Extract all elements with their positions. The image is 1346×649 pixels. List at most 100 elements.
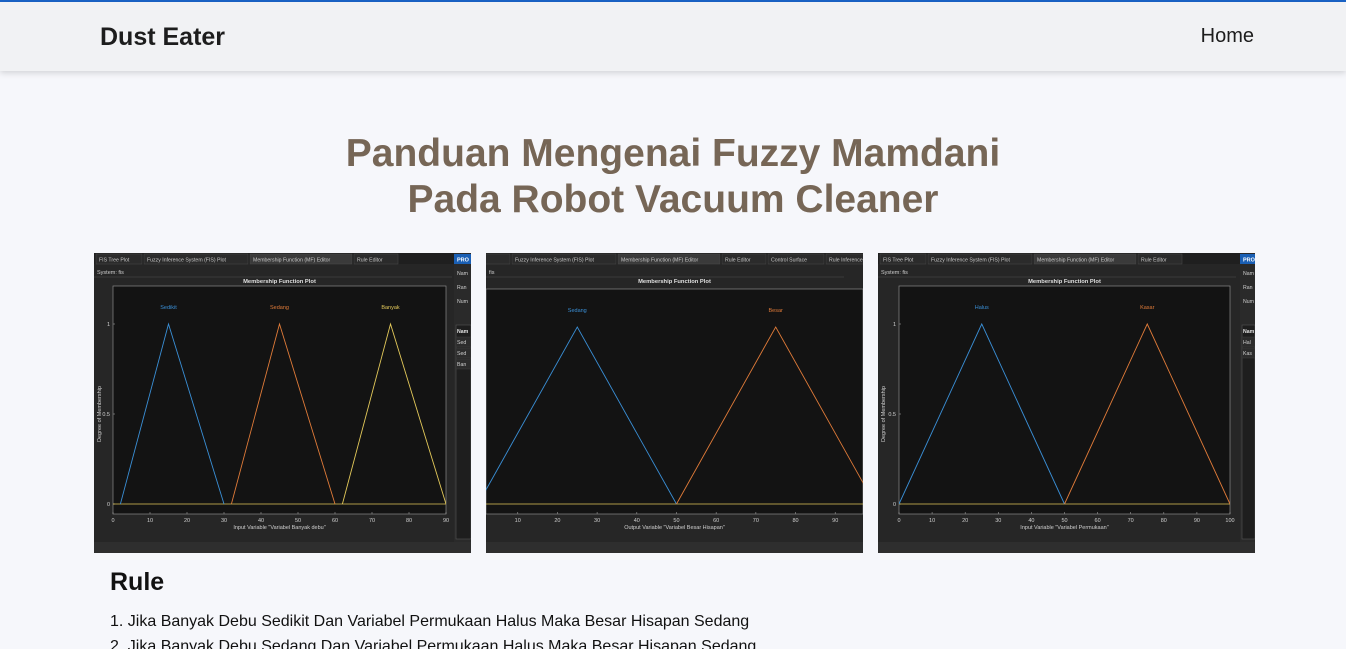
tab-label: Control Surface xyxy=(771,258,807,264)
rule-item: 1. Jika Banyak Debu Sedikit Dan Variabel… xyxy=(110,613,750,630)
y-tick-label: 1 xyxy=(107,322,110,328)
y-axis-label: Degree of Membership xyxy=(881,386,887,442)
x-tick-label: 60 xyxy=(713,518,719,524)
mf-table-cell: Sed xyxy=(457,351,466,357)
mf-editor-svg: FIS Tree Plot Fuzzy Inference System (FIS… xyxy=(94,253,471,553)
mf-table-cell: Ban xyxy=(457,362,466,368)
tab-2: Membership Function (MF) Editor xyxy=(1033,253,1137,265)
y-tick-label: 0.5 xyxy=(888,412,896,418)
x-tick-label: 70 xyxy=(1128,518,1134,524)
rule-heading: Rule xyxy=(110,568,165,596)
x-tick-label: 10 xyxy=(515,518,521,524)
mf-label-besar: Besar xyxy=(769,308,784,314)
page-title-line-1: Panduan Mengenai Fuzzy Mamdani xyxy=(345,132,1001,175)
x-tick-label: 70 xyxy=(753,518,759,524)
x-tick-label: 90 xyxy=(832,518,838,524)
mf-label-kasar: Kasar xyxy=(1140,305,1155,311)
property-label: Nam xyxy=(457,271,468,277)
x-tick-label: 100 xyxy=(1225,518,1234,524)
tab-bg xyxy=(486,253,511,265)
mf-table-header: Nam xyxy=(457,329,469,335)
navbar: Dust Eater Home xyxy=(0,2,1346,71)
plot-title: Membership Function Plot xyxy=(1028,279,1101,285)
tab-1: Fuzzy Inference System (FIS) Plot xyxy=(511,253,617,265)
tab-2: Membership Function (MF) Editor xyxy=(249,253,353,265)
tab-3: Rule Editor xyxy=(353,253,399,265)
plot-title: Membership Function Plot xyxy=(638,279,711,285)
status-strip xyxy=(878,542,1255,553)
x-tick-label: 80 xyxy=(406,518,412,524)
rule-list: 1. Jika Banyak Debu Sedikit Dan Variabel… xyxy=(110,612,756,649)
tab-3: Rule Editor xyxy=(721,253,767,265)
system-label: System: fis xyxy=(97,270,124,276)
tab-0: Plot xyxy=(486,253,511,265)
tab-label: Rule Editor xyxy=(1141,258,1167,264)
tab-label: Rule Inference xyxy=(829,258,863,264)
mf-label-banyak: Banyak xyxy=(381,305,400,311)
x-tick-label: 90 xyxy=(1194,518,1200,524)
mf-table-cell: Kas xyxy=(1243,351,1252,357)
tab-label: Rule Editor xyxy=(357,258,383,264)
x-axis-label: Input Variable "Variabel Banyak debu" xyxy=(233,525,325,531)
tab-label: Fuzzy Inference System (FIS) Plot xyxy=(931,258,1011,264)
x-tick-label: 60 xyxy=(332,518,338,524)
tab-label: Rule Editor xyxy=(725,258,751,264)
tab-1: Fuzzy Inference System (FIS) Plot xyxy=(143,253,249,265)
x-tick-label: 10 xyxy=(147,518,153,524)
x-tick-label: 0 xyxy=(111,518,114,524)
mf-label-sedang: Sedang xyxy=(270,305,289,311)
tab-label: FIS Tree Plot xyxy=(883,258,914,264)
tab-4: Control Surface xyxy=(767,253,825,265)
x-tick-label: 60 xyxy=(1095,518,1101,524)
plot-axes xyxy=(486,288,863,515)
x-tick-label: 30 xyxy=(594,518,600,524)
tab-label: FIS Tree Plot xyxy=(99,258,130,264)
x-tick-label: 80 xyxy=(792,518,798,524)
y-tick-label: 0 xyxy=(107,502,110,508)
y-tick-label: 0.5 xyxy=(102,412,110,418)
mf-screenshot-besar-hisapan: Plot Fuzzy Inference System (FIS) Plot Mem… xyxy=(486,253,863,553)
mf-screenshot-banyak-debu: FIS Tree Plot Fuzzy Inference System (FIS… xyxy=(94,253,471,553)
tab-5: Rule Inference xyxy=(825,253,863,265)
mf-label-halus: Halus xyxy=(975,305,989,311)
mf-table-cell: Sed xyxy=(457,340,466,346)
y-tick-label: 0 xyxy=(893,502,896,508)
property-panel-title: PRO xyxy=(457,258,470,264)
status-strip xyxy=(94,542,471,553)
tab-3: Rule Editor xyxy=(1137,253,1183,265)
mf-editor-svg: FIS Tree Plot Fuzzy Inference System (FIS… xyxy=(878,253,1255,553)
x-axis-label: Input Variable "Variabel Permukaan" xyxy=(1020,525,1108,531)
y-tick-label: 1 xyxy=(893,322,896,328)
page-title: Panduan Mengenai Fuzzy Mamdani Pada Robo… xyxy=(0,131,1346,223)
x-tick-label: 10 xyxy=(929,518,935,524)
page-title-line-2: Pada Robot Vacuum Cleaner xyxy=(407,178,939,221)
brand-logo-text[interactable]: Dust Eater xyxy=(100,23,225,52)
x-tick-label: 50 xyxy=(1061,518,1067,524)
property-panel-title: PRO xyxy=(1243,258,1255,264)
mf-editor-svg: Plot Fuzzy Inference System (FIS) Plot Mem… xyxy=(486,253,863,553)
x-tick-label: 20 xyxy=(962,518,968,524)
rule-item: 2. Jika Banyak Debu Sedang Dan Variabel … xyxy=(110,638,757,649)
x-axis-label: Output Variable "Variabel Besar Hisapan" xyxy=(624,525,725,531)
status-strip xyxy=(486,542,863,553)
x-tick-label: 40 xyxy=(1028,518,1034,524)
system-label: System: fis xyxy=(881,270,908,276)
property-label: Num xyxy=(457,299,468,305)
x-tick-label: 30 xyxy=(995,518,1001,524)
tab-label: Membership Function (MF) Editor xyxy=(1037,258,1115,264)
property-label: Ran xyxy=(457,285,467,291)
x-tick-label: 20 xyxy=(184,518,190,524)
x-tick-label: 40 xyxy=(258,518,264,524)
tab-2: Membership Function (MF) Editor xyxy=(617,253,721,265)
tab-label: Fuzzy Inference System (FIS) Plot xyxy=(515,258,595,264)
tab-0: FIS Tree Plot xyxy=(879,253,927,265)
mf-label-sedang: Sedang xyxy=(568,308,587,314)
plot-title: Membership Function Plot xyxy=(243,279,316,285)
x-tick-label: 20 xyxy=(554,518,560,524)
mf-table-header: Nam xyxy=(1243,329,1255,335)
nav-link-home[interactable]: Home xyxy=(1201,25,1254,48)
tab-0: FIS Tree Plot xyxy=(95,253,143,265)
property-label: Ran xyxy=(1243,285,1253,291)
mf-screenshot-permukaan: FIS Tree Plot Fuzzy Inference System (FIS… xyxy=(878,253,1255,553)
tab-label: Membership Function (MF) Editor xyxy=(621,258,699,264)
